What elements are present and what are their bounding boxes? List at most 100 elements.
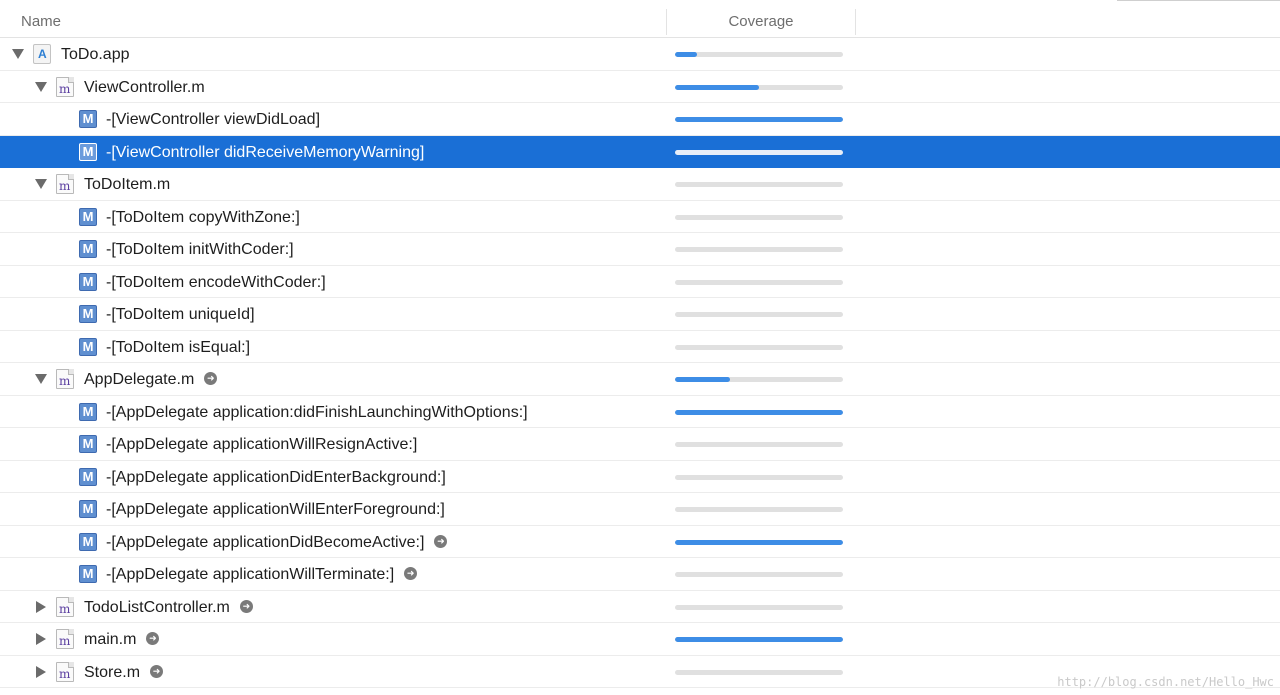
file-row[interactable]: m main.m ➜ [0,623,1280,656]
objc-file-icon: m [56,596,74,617]
coverage-bar [675,604,843,610]
row-label-text: -[ToDoItem initWithCoder:] [106,241,294,258]
row-label-text: -[ViewController didReceiveMemoryWarning… [106,143,425,161]
coverage-bar [675,507,843,512]
go-to-source-arrow-icon[interactable]: ➜ [204,372,218,386]
row-label: Store.m ➜ [84,656,164,688]
row-label-text: ToDo.app [61,46,130,63]
method-row[interactable]: M -[ToDoItem encodeWithCoder:] [0,266,1280,298]
coverage-bar [675,117,843,122]
method-row[interactable]: M -[ViewController didReceiveMemoryWarnin… [0,135,1280,168]
coverage-bar-fill [675,52,697,57]
row-label-text: -[ViewController viewDidLoad] [106,111,321,128]
method-icon: M [79,207,97,226]
method-icon: M [79,467,97,486]
method-row[interactable]: M -[AppDelegate application:didFinishLaun… [0,396,1280,428]
objc-file-icon: m [56,174,74,194]
row-label-text: -[ToDoItem encodeWithCoder:] [106,273,326,291]
row-label: -[AppDelegate applicationWillEnterForegr… [106,493,445,525]
method-icon: M [79,305,97,323]
coverage-column-header[interactable]: Coverage [668,0,854,37]
coverage-bar-fill [675,409,843,415]
disclosure-triangle-open-icon[interactable] [34,168,48,200]
column-divider[interactable] [666,9,667,35]
disclosure-triangle-open-icon[interactable] [11,38,25,70]
row-label: AppDelegate.m ➜ [84,363,218,395]
method-row[interactable]: M -[ViewController viewDidLoad] [0,103,1280,136]
disclosure-triangle-closed-icon[interactable] [34,591,48,623]
coverage-bar [675,409,843,415]
method-row[interactable]: M -[ToDoItem isEqual:] [0,331,1280,363]
coverage-bar [675,539,843,545]
method-icon: M [79,337,97,356]
file-row[interactable]: m ToDoItem.m [0,168,1280,201]
row-label: -[ViewController didReceiveMemoryWarning… [106,136,424,168]
coverage-bar-fill [675,117,843,122]
row-label-text: ViewController.m [84,78,205,96]
method-icon: M [79,402,97,421]
coverage-bar [675,149,843,155]
file-row[interactable]: m TodoListController.m ➜ [0,591,1280,623]
row-label-text: -[AppDelegate applicationDidBecomeActive… [106,533,425,551]
coverage-bar [675,474,843,480]
method-row[interactable]: M -[AppDelegate applicationDidEnterBackgr… [0,461,1280,493]
go-to-source-arrow-icon[interactable]: ➜ [404,567,418,581]
row-label-text: -[AppDelegate applicationDidEnterBackgro… [106,468,446,486]
row-label: -[AppDelegate applicationWillResignActiv… [106,428,417,460]
go-to-source-arrow-icon[interactable]: ➜ [146,632,160,646]
header-top-rule [1117,0,1280,1]
coverage-bar [675,247,843,252]
method-icon: M [79,435,97,453]
app-icon: A [33,44,51,64]
method-row[interactable]: M -[ToDoItem copyWithZone:] [0,201,1280,233]
coverage-bar [675,312,843,317]
method-row[interactable]: M -[ToDoItem uniqueId] [0,298,1280,331]
row-label: ToDoItem.m [84,168,170,200]
go-to-source-arrow-icon[interactable]: ➜ [239,599,253,613]
column-divider[interactable] [855,9,856,35]
method-row[interactable]: M -[AppDelegate applicationDidBecomeActiv… [0,526,1280,558]
method-icon: M [79,272,97,291]
coverage-bar [675,344,843,350]
method-row[interactable]: M -[ToDoItem initWithCoder:] [0,233,1280,266]
objc-file-icon: m [56,661,74,682]
coverage-bar-fill [675,539,843,545]
disclosure-triangle-closed-icon[interactable] [34,623,48,655]
method-row[interactable]: M -[AppDelegate applicationWillTerminate:… [0,558,1280,591]
objc-file-icon: m [56,369,74,389]
objc-file-icon: m [56,629,74,649]
method-row[interactable]: M -[AppDelegate applicationWillEnterForeg… [0,493,1280,526]
row-label-text: main.m [84,631,137,648]
method-icon: M [79,565,97,583]
row-label: -[ViewController viewDidLoad] [106,103,320,135]
row-label-text: -[AppDelegate applicationWillResignActiv… [106,436,418,453]
column-header: Name Coverage [0,0,1280,38]
row-label-text: -[ToDoItem copyWithZone:] [106,208,300,226]
coverage-bar [675,669,843,675]
disclosure-triangle-open-icon[interactable] [34,71,48,103]
row-label-text: -[AppDelegate applicationWillEnterForegr… [106,501,445,518]
go-to-source-arrow-icon[interactable]: ➜ [150,664,164,678]
name-column-header[interactable]: Name [21,0,61,37]
coverage-bar-fill [675,84,759,90]
coverage-bar [675,279,843,285]
disclosure-triangle-closed-icon[interactable] [34,656,48,688]
row-label: -[AppDelegate application:didFinishLaunc… [106,396,528,428]
coverage-bar-fill [675,377,731,382]
watermark: http://blog.csdn.net/Hello_Hwc [1057,675,1274,689]
row-label-text: ToDoItem.m [84,176,171,193]
coverage-bar [675,377,843,382]
method-row[interactable]: M -[AppDelegate applicationWillResignActi… [0,428,1280,461]
go-to-source-arrow-icon[interactable]: ➜ [434,534,448,548]
row-label: -[AppDelegate applicationDidBecomeActive… [106,526,448,558]
row-label-text: TodoListController.m [84,598,230,616]
target-row[interactable]: A ToDo.app [0,38,1280,71]
row-label: -[AppDelegate applicationWillTerminate:]… [106,558,418,590]
file-row[interactable]: m ViewController.m [0,71,1280,103]
row-label: -[ToDoItem uniqueId] [106,298,255,330]
objc-file-icon: m [56,76,74,97]
coverage-bar [675,52,843,57]
file-row[interactable]: m AppDelegate.m ➜ [0,363,1280,396]
disclosure-triangle-open-icon[interactable] [34,363,48,395]
coverage-bar-fill [675,637,843,642]
